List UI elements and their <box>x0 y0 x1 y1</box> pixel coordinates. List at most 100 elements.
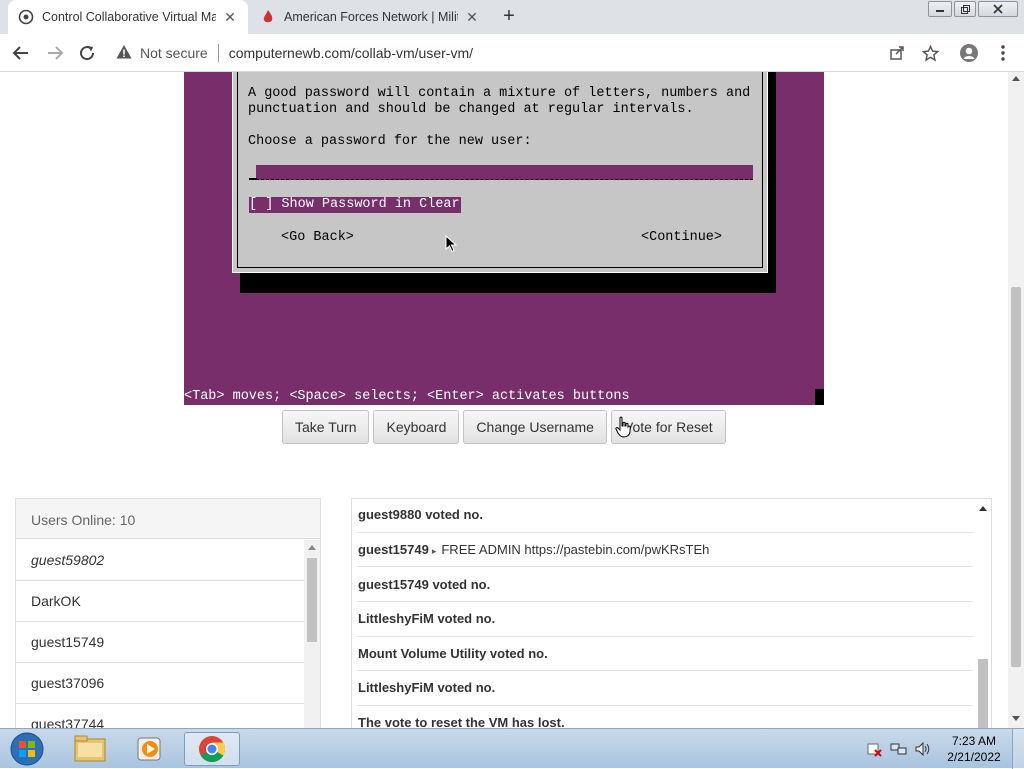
chat-username: guest9880 <box>358 507 422 522</box>
share-button[interactable] <box>886 42 908 64</box>
profile-button[interactable] <box>958 42 980 64</box>
user-list-item[interactable]: guest37744 <box>16 704 304 728</box>
scroll-thumb[interactable] <box>1011 287 1021 667</box>
warning-icon[interactable] <box>116 44 132 63</box>
scroll-thumb[interactable] <box>307 558 317 642</box>
web-page: A good password will contain a mixture o… <box>0 72 1008 728</box>
chat-message: LittleshyFiM voted no. <box>357 672 973 706</box>
chat-text: voted no. <box>486 646 548 661</box>
chat-message: guest15749 voted no. <box>357 568 973 602</box>
users-online-header: Users Online: 10 <box>16 499 320 539</box>
reload-button[interactable] <box>76 42 98 64</box>
action-center-icon[interactable] <box>866 741 882 757</box>
take-turn-button[interactable]: Take Turn <box>282 410 370 444</box>
forward-button[interactable] <box>44 42 66 64</box>
show-password-checkbox[interactable]: [ ] Show Password in Clear <box>249 197 461 213</box>
show-desktop-button[interactable] <box>1012 729 1024 769</box>
change-username-button[interactable]: Change Username <box>463 410 607 444</box>
password-field[interactable] <box>256 165 753 180</box>
new-tab-button[interactable]: + <box>498 6 520 28</box>
page-scrollbar[interactable] <box>1008 72 1024 728</box>
minimize-button[interactable] <box>928 1 952 17</box>
clock-time: 7:23 AM <box>951 734 997 748</box>
volume-icon[interactable] <box>914 741 932 757</box>
chat-username: LittleshyFiM <box>358 611 434 626</box>
reload-icon <box>80 46 95 61</box>
chat-panel: guest9880 voted no. guest15749 ▸ FREE ADMI… <box>351 498 992 728</box>
browser-tab-strip: Control Collaborative Virtual Ma ✕ Ameri… <box>0 0 1024 34</box>
chat-username: Mount Volume Utility <box>358 646 487 661</box>
chat-text: voted no. <box>428 577 491 592</box>
chat-message: guest15749 ▸ FREE ADMIN https://pastebin.c… <box>357 533 973 567</box>
chat-username: guest15749 <box>358 577 429 592</box>
tab-collab-vm[interactable]: Control Collaborative Virtual Ma ✕ <box>8 0 248 34</box>
close-icon <box>993 4 1003 14</box>
share-icon <box>890 46 904 60</box>
minimize-icon <box>936 10 944 12</box>
user-list-item[interactable]: guest59802 <box>16 540 304 581</box>
scroll-thumb[interactable] <box>978 659 988 728</box>
chat-separator: ▸ <box>431 546 437 556</box>
tab-afn[interactable]: American Forces Network | Milita ✕ <box>250 0 490 34</box>
chat-message: The vote to reset the VM has lost. <box>357 706 973 728</box>
status-line-end <box>815 389 824 405</box>
network-icon[interactable] <box>890 741 908 757</box>
go-back-button[interactable]: <Go Back> <box>281 230 354 246</box>
chat-message: LittleshyFiM voted no. <box>357 603 973 637</box>
scroll-up-icon[interactable] <box>1012 75 1020 81</box>
url-text[interactable]: computernewb.com/collab-vm/user-vm/ <box>229 45 473 61</box>
avatar-icon <box>960 44 978 62</box>
chat-message: guest9880 voted no. <box>357 499 973 533</box>
chat-system-text: The vote to reset the VM has lost. <box>358 715 565 728</box>
continue-button[interactable]: <Continue> <box>641 230 722 246</box>
user-list-item[interactable]: guest37096 <box>16 663 304 704</box>
user-list-item[interactable]: DarkOK <box>16 581 304 622</box>
dialog-text-line2: punctuation and should be changed at reg… <box>248 102 694 117</box>
hand-cursor-icon <box>615 416 631 438</box>
vm-status-line: <Tab> moves; <Space> selects; <Enter> ac… <box>184 389 630 404</box>
back-arrow-icon <box>12 46 28 60</box>
start-button[interactable] <box>0 732 54 766</box>
dialog-text-line1: A good password will contain a mixture o… <box>248 86 751 101</box>
chat-text: voted no. <box>433 611 496 626</box>
vm-controls: Take Turn Keyboard Change Username Vote … <box>282 410 726 444</box>
clock-date: 2/21/2022 <box>947 750 1001 764</box>
users-online-panel: Users Online: 10 guest59802 DarkOK guest… <box>15 498 321 728</box>
close-icon[interactable]: ✕ <box>464 9 480 25</box>
taskbar: 7:23 AM 2/21/2022 <box>0 728 1024 769</box>
tab-title: Control Collaborative Virtual Ma <box>42 10 216 24</box>
security-label[interactable]: Not secure <box>140 45 208 61</box>
omnibox[interactable]: Not secure computernewb.com/collab-vm/us… <box>108 37 948 69</box>
installer-dialog: A good password will contain a mixture o… <box>232 72 768 273</box>
star-icon <box>921 44 939 62</box>
close-window-button[interactable] <box>978 1 1018 17</box>
divider <box>217 44 219 62</box>
keyboard-button[interactable]: Keyboard <box>373 410 460 444</box>
scroll-down-icon[interactable] <box>1012 716 1020 722</box>
password-prompt: Choose a password for the new user: <box>248 134 532 149</box>
kebab-menu-icon <box>1001 45 1005 61</box>
afn-favicon-icon <box>260 9 276 25</box>
chat-text: FREE ADMIN https://pastebin.com/pwKRsTEh <box>441 542 710 557</box>
restore-button[interactable] <box>954 1 976 17</box>
users-scrollbar[interactable] <box>304 540 320 728</box>
bookmark-button[interactable] <box>919 42 941 64</box>
taskbar-clock[interactable]: 7:23 AM 2/21/2022 <box>942 733 1006 765</box>
chat-message: Mount Volume Utility voted no. <box>357 637 973 671</box>
vm-favicon-icon <box>18 9 34 25</box>
taskbar-media-player[interactable] <box>122 732 178 766</box>
media-player-icon <box>137 737 161 761</box>
windows-start-icon <box>10 732 44 766</box>
scroll-up-icon[interactable] <box>308 544 316 550</box>
restore-icon <box>961 5 970 14</box>
close-icon[interactable]: ✕ <box>222 9 238 25</box>
vm-display[interactable]: A good password will contain a mixture o… <box>184 72 824 405</box>
back-button[interactable] <box>10 42 32 64</box>
address-toolbar: Not secure computernewb.com/collab-vm/us… <box>0 34 1024 72</box>
taskbar-chrome[interactable] <box>184 732 240 766</box>
user-list-item[interactable]: guest15749 <box>16 622 304 663</box>
chat-scrollbar[interactable] <box>975 499 991 728</box>
scroll-up-icon[interactable] <box>979 505 987 511</box>
taskbar-explorer[interactable] <box>62 732 118 766</box>
menu-button[interactable] <box>992 42 1014 64</box>
